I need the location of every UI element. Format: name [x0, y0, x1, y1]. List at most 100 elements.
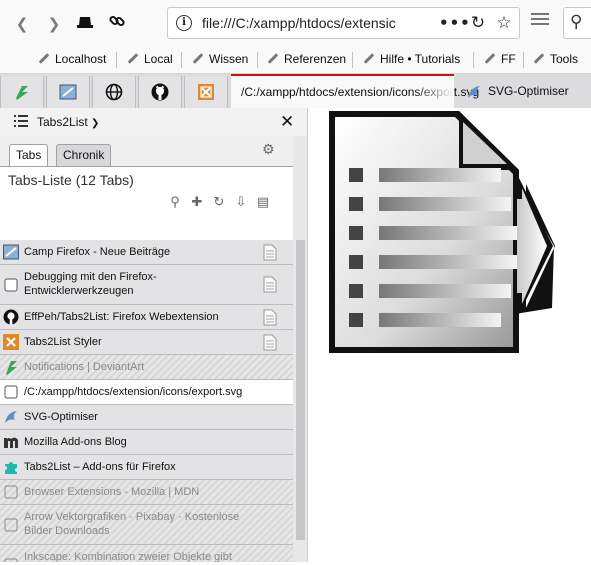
separator — [352, 52, 353, 68]
sidebar-menu-icon[interactable] — [14, 115, 28, 127]
bookmark-label: Localhost — [55, 52, 107, 66]
more-icon[interactable]: ••• — [439, 13, 470, 33]
close-icon[interactable]: ✕ — [280, 112, 294, 132]
sidebar-header: Tabs2List ❯ ✕ — [0, 108, 307, 136]
list-item[interactable]: Inkscape: Kombination zweier Objekte gib… — [0, 545, 293, 562]
bookmark-label: FF — [501, 52, 516, 66]
sidebar: Tabs2List ❯ ✕ Tabs Chronik ⚙ Tabs-Liste … — [0, 108, 308, 562]
document-icon[interactable] — [263, 309, 277, 326]
pinned-tab-styler[interactable] — [184, 76, 228, 108]
list-item-label: EffPeh/Tabs2List: Firefox Webextension — [24, 311, 219, 323]
bookmark-hilfe-tutorials[interactable]: Hilfe • Tutorials — [363, 46, 460, 73]
list-item-label: Tabs2List Styler — [24, 336, 102, 348]
list-item[interactable]: Mozilla Add-ons Blog — [0, 430, 293, 455]
star-icon[interactable]: ☆ — [494, 13, 514, 33]
bookmark-ff[interactable]: FF — [484, 46, 516, 73]
list-item-label: Debugging mit den Firefox-Entwicklerwerk… — [24, 271, 157, 297]
forward-icon[interactable]: ❯ — [43, 13, 65, 35]
pinned-tab-camp-firefox[interactable] — [0, 76, 44, 108]
devtools-icon — [3, 244, 19, 260]
blank-page-icon — [3, 557, 19, 562]
separator — [181, 52, 182, 68]
document-icon[interactable] — [263, 244, 277, 261]
list-item[interactable]: Tabs2List Styler — [0, 330, 293, 355]
tabs2list-panel: Tabs Chronik ⚙ Tabs-Liste (12 Tabs) ⚲ ✚ … — [0, 136, 293, 562]
deviantart-icon — [3, 359, 19, 375]
page-content — [309, 108, 591, 562]
link-icon[interactable] — [108, 12, 126, 30]
list-item[interactable]: Notifications | DeviantArt — [0, 355, 293, 380]
svg-optimiser-icon — [3, 409, 19, 425]
pencil-icon — [192, 53, 204, 64]
bookmark-label: Local — [144, 52, 173, 66]
pencil-icon — [533, 53, 545, 64]
url-text[interactable]: file:///C:/xampp/htdocs/extensic — [202, 15, 396, 31]
tab-strip: /C:/xampp/htdocs/extension/icons/export.… — [0, 74, 591, 108]
url-bar[interactable]: i file:///C:/xampp/htdocs/extensic ••• ↻… — [167, 7, 520, 39]
info-icon[interactable]: i — [176, 15, 192, 31]
list-item[interactable]: Debugging mit den Firefox-Entwicklerwerk… — [0, 265, 293, 305]
reload-all-icon[interactable]: ↻ — [211, 195, 227, 211]
globe-icon — [105, 83, 123, 101]
list-item[interactable]: Arrow Vektorgrafiken · Pixabay · Kostenl… — [0, 505, 293, 545]
bookmark-label: Referenzen — [284, 52, 347, 66]
separator — [116, 52, 117, 68]
pinned-tab-globe[interactable] — [92, 76, 136, 108]
bookmark-localhost[interactable]: Localhost — [38, 46, 106, 73]
tab-list: Camp Firefox - Neue Beiträge Debugging m… — [0, 240, 293, 562]
tab-svg-optimiser[interactable]: SVG-Optimiser — [458, 76, 591, 108]
pinned-tab-github[interactable] — [138, 76, 182, 108]
list-item-label: Arrow Vektorgrafiken · Pixabay · Kostenl… — [24, 511, 240, 537]
pencil-icon — [267, 53, 279, 64]
chevron-down-icon: ❯ — [91, 118, 100, 129]
blank-page-icon — [3, 277, 19, 293]
devtools-icon — [59, 83, 77, 101]
bookmark-label: Wissen — [209, 52, 249, 66]
separator — [257, 52, 258, 68]
github-icon — [151, 83, 169, 101]
library-icon[interactable] — [531, 13, 549, 31]
tab-chronik[interactable]: Chronik — [56, 144, 112, 166]
list-item-label: Inkscape: Kombination zweier Objekte gib… — [24, 551, 232, 562]
bookmark-local[interactable]: Local — [127, 46, 173, 73]
list-item[interactable]: SVG-Optimiser — [0, 405, 293, 430]
svg-optimiser-icon — [466, 84, 482, 100]
scrollbar-thumb[interactable] — [296, 240, 305, 540]
back-icon[interactable]: ❮ — [11, 13, 33, 35]
export-icon[interactable]: ▤ — [255, 195, 271, 211]
sidebar-title[interactable]: Tabs2List ❯ — [37, 115, 99, 129]
hat-icon[interactable] — [76, 15, 94, 29]
sort-icon[interactable]: ⇩ — [233, 195, 249, 211]
list-item[interactable]: EffPeh/Tabs2List: Firefox Webextension — [0, 305, 293, 330]
list-item[interactable]: Tabs2List – Add-ons für Firefox — [0, 455, 293, 480]
pinned-tab-debugging[interactable] — [46, 76, 90, 108]
list-item-label: SVG-Optimiser — [24, 411, 98, 423]
tabs2list-logo-icon — [13, 83, 31, 101]
add-tab-icon[interactable]: ✚ — [189, 195, 205, 211]
document-icon[interactable] — [263, 334, 277, 351]
reload-icon[interactable]: ↻ — [468, 13, 488, 33]
search-icon: ⚲ — [570, 12, 583, 32]
mozilla-m-icon — [3, 434, 19, 450]
separator — [473, 52, 474, 68]
search-field[interactable]: ⚲ — [563, 7, 591, 39]
bookmark-wissen[interactable]: Wissen — [192, 46, 248, 73]
tab-tabs[interactable]: Tabs — [9, 144, 49, 166]
tab-export-svg[interactable]: /C:/xampp/htdocs/extension/icons/export.… — [231, 74, 479, 108]
gear-icon[interactable]: ⚙ — [262, 142, 275, 158]
document-icon[interactable] — [263, 276, 277, 293]
list-item[interactable]: Camp Firefox - Neue Beiträge — [0, 240, 293, 265]
list-item[interactable]: Browser Extensions - Mozilla | MDN — [0, 480, 293, 505]
list-item-label: Mozilla Add-ons Blog — [24, 436, 127, 448]
list-item-label: Browser Extensions - Mozilla | MDN — [24, 486, 200, 498]
bookmark-tools[interactable]: Tools — [533, 46, 578, 73]
bookmark-referenzen[interactable]: Referenzen — [267, 46, 346, 73]
list-item[interactable]: /C:/xampp/htdocs/extension/icons/export.… — [0, 380, 293, 405]
styler-icon — [197, 83, 215, 101]
blank-page-icon — [3, 484, 19, 500]
search-icon[interactable]: ⚲ — [167, 195, 183, 211]
list-item-label: Tabs2List – Add-ons für Firefox — [24, 461, 176, 473]
list-item-label: /C:/xampp/htdocs/extension/icons/export.… — [24, 386, 243, 398]
scrollbar[interactable] — [293, 136, 307, 562]
tab-fade — [414, 76, 454, 108]
